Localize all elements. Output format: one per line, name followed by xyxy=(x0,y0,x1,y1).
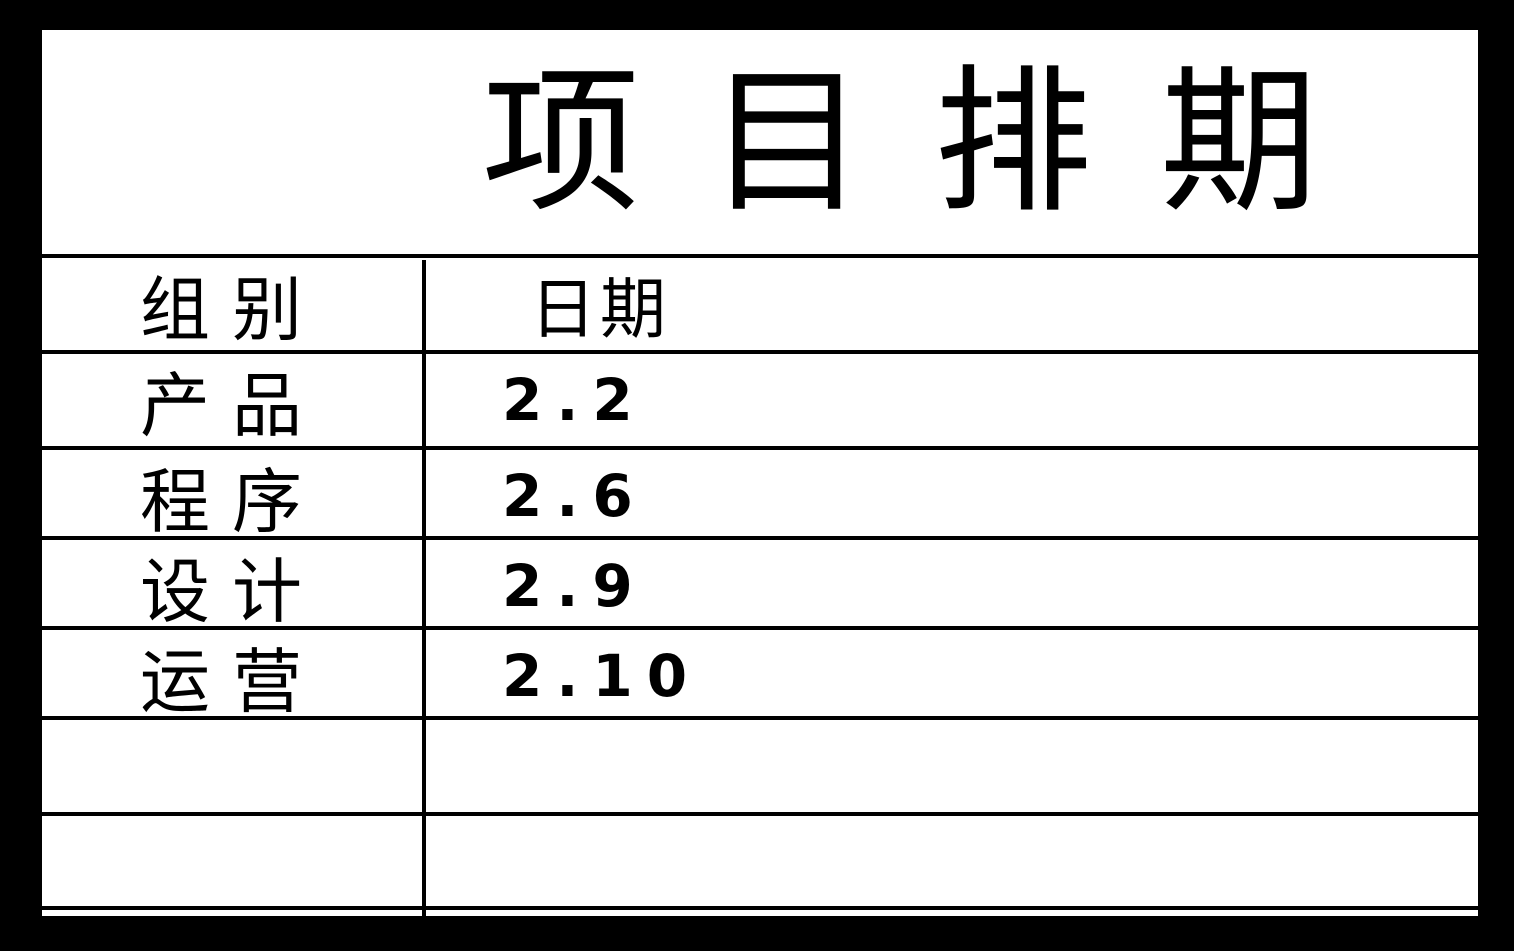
table-row: 设计 2.9 xyxy=(42,540,1478,633)
row-divider xyxy=(42,906,1478,910)
date-cell: 2.6 xyxy=(502,462,647,530)
table-header-row: 组别 日期 xyxy=(42,258,1478,351)
table-row: 运营 2.10 xyxy=(42,630,1478,723)
table-row: 产品 2.2 xyxy=(42,354,1478,447)
date-cell: 2.10 xyxy=(502,642,702,710)
table-row xyxy=(42,816,1478,908)
header-date: 日期 xyxy=(530,271,670,348)
date-cell: 2.2 xyxy=(502,366,647,434)
group-cell: 产品 xyxy=(140,364,324,447)
group-cell: 运营 xyxy=(140,640,324,723)
group-cell: 设计 xyxy=(140,550,324,633)
board-title: 项目排期 xyxy=(482,50,1386,235)
header-group: 组别 xyxy=(140,268,324,351)
schedule-board: 项目排期 组别 日期 产品 2.2 程序 2.6 设计 2.9 运营 2.10 xyxy=(42,30,1478,916)
table-row xyxy=(42,720,1478,812)
date-cell: 2.9 xyxy=(502,552,647,620)
group-cell: 程序 xyxy=(140,460,324,543)
table-row: 程序 2.6 xyxy=(42,450,1478,543)
